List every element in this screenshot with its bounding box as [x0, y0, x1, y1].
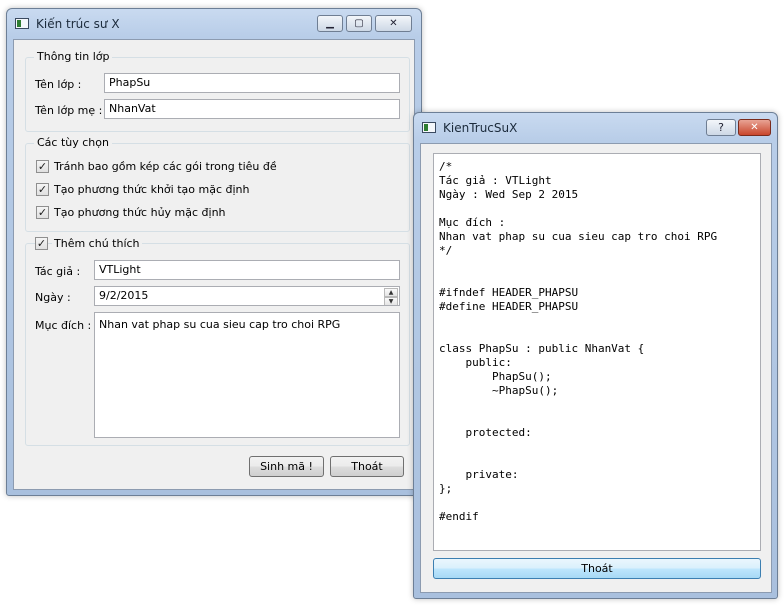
add-comment-label[interactable]: Thêm chú thích — [52, 237, 142, 250]
code-window-title: KienTrucSuX — [443, 121, 518, 135]
generate-code-button[interactable]: Sinh mã ! — [249, 456, 324, 477]
default-destructor-label[interactable]: Tạo phương thức hủy mặc định — [54, 206, 226, 219]
close-button[interactable]: ✕ — [375, 15, 412, 32]
close-button[interactable]: ✕ — [738, 119, 771, 136]
default-destructor-checkbox[interactable]: ✓ — [36, 206, 49, 219]
default-constructor-checkbox[interactable]: ✓ — [36, 183, 49, 196]
app-icon — [422, 122, 436, 133]
author-label: Tác giả : — [35, 265, 81, 278]
maximize-button[interactable]: ▢ — [346, 15, 372, 32]
spin-up-icon[interactable]: ▲ — [384, 288, 398, 297]
main-window: Kiến trúc sư X ▁ ▢ ✕ Thông tin lớp Tên l… — [6, 8, 422, 496]
options-legend: Các tùy chọn — [34, 136, 112, 149]
parent-class-label: Tên lớp mẹ : — [35, 104, 103, 117]
purpose-textarea[interactable]: Nhan vat phap su cua sieu cap tro choi R… — [94, 312, 400, 438]
main-title-bar[interactable]: Kiến trúc sư X ▁ ▢ ✕ — [7, 9, 421, 39]
minimize-button[interactable]: ▁ — [317, 15, 343, 32]
app-icon — [15, 18, 29, 29]
add-comment-checkbox[interactable]: ✓ — [35, 237, 48, 250]
class-info-legend: Thông tin lớp — [34, 50, 113, 63]
date-value: 9/2/2015 — [99, 289, 149, 302]
quit-button[interactable]: Thoát — [330, 456, 404, 477]
date-field[interactable]: 9/2/2015 ▲ ▼ — [94, 286, 400, 306]
code-window: KienTrucSuX ? ✕ /* Tác giả : VTLight Ngà… — [413, 112, 778, 599]
parent-class-field[interactable]: NhanVat — [104, 99, 400, 119]
code-title-bar[interactable]: KienTrucSuX ? ✕ — [414, 113, 777, 143]
class-name-label: Tên lớp : — [35, 78, 82, 91]
main-client-area: Thông tin lớp Tên lớp : PhapSu Tên lớp m… — [13, 39, 415, 490]
date-spinner[interactable]: ▲ ▼ — [384, 288, 398, 305]
quit-button[interactable]: Thoát — [433, 558, 761, 579]
code-client-area: /* Tác giả : VTLight Ngày : Wed Sep 2 20… — [420, 143, 772, 593]
purpose-label: Mục đích : — [35, 319, 92, 332]
generated-code-text[interactable]: /* Tác giả : VTLight Ngày : Wed Sep 2 20… — [433, 153, 761, 551]
class-name-field[interactable]: PhapSu — [104, 73, 400, 93]
avoid-double-include-label[interactable]: Tránh bao gồm kép các gói trong tiêu đề — [54, 160, 277, 173]
date-label: Ngày : — [35, 291, 71, 304]
avoid-double-include-checkbox[interactable]: ✓ — [36, 160, 49, 173]
class-info-group: Thông tin lớp — [25, 50, 410, 132]
spin-down-icon[interactable]: ▼ — [384, 297, 398, 305]
help-button[interactable]: ? — [706, 119, 736, 136]
default-constructor-label[interactable]: Tạo phương thức khởi tạo mặc định — [54, 183, 249, 196]
author-field[interactable]: VTLight — [94, 260, 400, 280]
main-window-title: Kiến trúc sư X — [36, 17, 120, 31]
